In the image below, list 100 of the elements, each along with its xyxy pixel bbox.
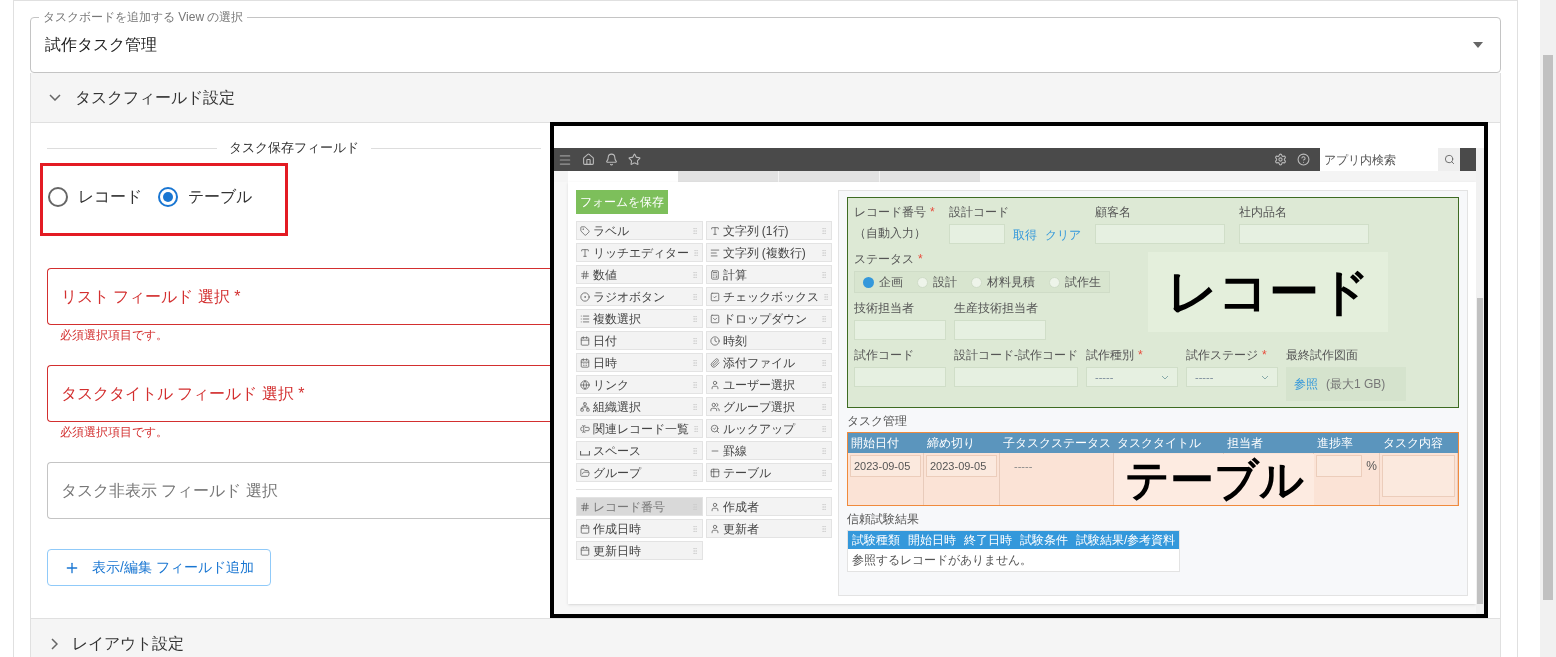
field-palette-item[interactable]: ルックアップ	[705, 419, 832, 438]
radio-button[interactable]	[48, 187, 68, 207]
field-palette-item[interactable]: 計算	[705, 265, 832, 284]
radio-label: 試作生	[1065, 274, 1101, 291]
scrollbar-track[interactable]	[1476, 148, 1484, 614]
field-label: 生産技術担当者	[954, 300, 1038, 317]
grip-icon	[690, 357, 699, 368]
field-palette-item[interactable]: ラベル	[576, 221, 703, 240]
search-button[interactable]	[1438, 148, 1460, 171]
field-palette-item[interactable]: 添付ファイル	[705, 353, 832, 372]
field-palette-item[interactable]: グループ	[576, 463, 703, 482]
globe-icon	[580, 379, 590, 390]
help-icon[interactable]	[1297, 153, 1310, 166]
org-chart-icon	[580, 401, 590, 412]
folder-icon	[580, 467, 590, 478]
column-header: 担当者	[1224, 433, 1314, 453]
field-palette-item[interactable]: リッチエディター	[576, 243, 703, 262]
scrollbar-track[interactable]	[1540, 0, 1556, 657]
input-field[interactable]	[854, 320, 946, 340]
field-palette-item[interactable]: 複数選択	[576, 309, 703, 328]
input-field[interactable]	[954, 320, 1046, 340]
field-palette-item[interactable]: リンク	[576, 375, 703, 394]
field-palette-item[interactable]: グループ選択	[705, 397, 832, 416]
field-palette-item[interactable]: 関連レコード一覧	[576, 419, 703, 438]
caret-icon	[1161, 374, 1169, 380]
field-label: 設計コード	[948, 204, 1009, 221]
field-palette-item[interactable]: 組織選択	[576, 397, 703, 416]
field-label: ステータス	[854, 251, 914, 268]
radio-button[interactable]	[158, 187, 178, 207]
grip-icon	[690, 225, 699, 236]
grip-icon	[820, 423, 828, 434]
table-title: 信頼試験結果	[847, 511, 920, 528]
field-palette-item[interactable]: 作成者	[705, 497, 832, 516]
field-palette-item[interactable]: 日時	[576, 353, 703, 372]
grip-icon	[690, 545, 699, 556]
field-palette-item[interactable]: 更新日時	[576, 541, 703, 560]
accordion-header[interactable]: レイアウト設定	[31, 618, 1500, 657]
field-palette-item[interactable]: 罫線	[705, 441, 832, 460]
text-icon	[709, 225, 720, 236]
checkbox-icon	[709, 291, 720, 302]
radio-label: 設計	[933, 274, 957, 291]
field-palette-item[interactable]: 数値	[576, 265, 703, 284]
search-field[interactable]: アプリ内検索	[1320, 148, 1438, 171]
radio-button[interactable]	[863, 276, 874, 288]
menu-icon[interactable]	[558, 152, 572, 167]
field-palette-item[interactable]: ドロップダウン	[705, 309, 832, 328]
paperclip-icon	[709, 357, 720, 368]
select-field[interactable]: タスク非表示 フィールド 選択	[47, 462, 550, 519]
field-palette-item[interactable]: 更新者	[705, 519, 832, 538]
home-icon[interactable]	[582, 153, 595, 166]
field-palette-item[interactable]: ラジオボタン	[576, 287, 703, 306]
column-header: 進捗率	[1314, 433, 1380, 453]
grip-icon	[690, 269, 699, 280]
bell-icon[interactable]	[605, 153, 618, 166]
empty-message: 参照するレコードがありません。	[851, 552, 1033, 569]
grip-icon	[820, 335, 828, 346]
tag-icon	[580, 225, 590, 236]
grip-icon	[820, 501, 828, 512]
field-palette-item[interactable]: テーブル	[705, 463, 832, 482]
add-field-button[interactable]: 表示/編集 フィールド追加	[47, 549, 271, 586]
field-palette-item[interactable]: 文字列 (複数行)	[705, 243, 832, 262]
input-field[interactable]	[854, 367, 946, 387]
number-icon	[580, 269, 590, 280]
search-icon	[1443, 154, 1455, 165]
field-palette-item[interactable]: 文字列 (1行)	[705, 221, 832, 240]
scrollbar-thumb[interactable]	[1543, 55, 1553, 600]
select-value: 試作タスク管理	[45, 35, 157, 55]
star-icon[interactable]	[628, 153, 641, 166]
settings-icon[interactable]	[1274, 153, 1287, 166]
percent-input[interactable]	[1316, 455, 1363, 477]
field-palette-item[interactable]: ユーザー選択	[705, 375, 832, 394]
auto-input-note: （自動入力）	[854, 225, 927, 242]
select-field[interactable]: タスクタイトル フィールド 選択 *	[47, 365, 550, 422]
field-palette-item[interactable]: チェックボックス	[705, 287, 832, 306]
field-palette-item[interactable]: スペース	[576, 441, 703, 460]
input-field[interactable]	[954, 367, 1078, 387]
date-input[interactable]: 2023-09-05	[926, 455, 997, 477]
grip-icon	[690, 523, 699, 534]
grip-icon	[690, 467, 699, 478]
field-label: レコード番号	[854, 204, 926, 221]
column-header: タスクタイトル	[1114, 433, 1224, 453]
column-header: 試験条件	[1019, 532, 1069, 549]
field-palette-item[interactable]: 作成日時	[576, 519, 703, 538]
percent-sign: %	[1366, 458, 1377, 475]
select-field[interactable]: リスト フィールド 選択 *	[47, 268, 550, 325]
input-field[interactable]	[1094, 224, 1225, 244]
text-area[interactable]	[1382, 455, 1455, 497]
file-drop-area[interactable]: 参照 (最大1 GB)	[1286, 367, 1406, 401]
accordion-header[interactable]: タスクフィールド設定	[31, 73, 1500, 123]
field-palette-item[interactable]: 日付	[576, 331, 703, 350]
date-input[interactable]: 2023-09-05	[850, 455, 921, 477]
scrollbar-thumb[interactable]	[1477, 298, 1483, 604]
input-field[interactable]	[948, 224, 1005, 244]
field-palette-item[interactable]: 時刻	[705, 331, 832, 350]
input-field[interactable]	[1238, 224, 1369, 244]
grip-icon	[821, 291, 830, 302]
radio-icon	[580, 291, 590, 302]
section-subtitle: タスク保存フィールド	[229, 139, 359, 158]
dropdown-icon	[709, 313, 720, 324]
number-icon	[580, 501, 590, 512]
